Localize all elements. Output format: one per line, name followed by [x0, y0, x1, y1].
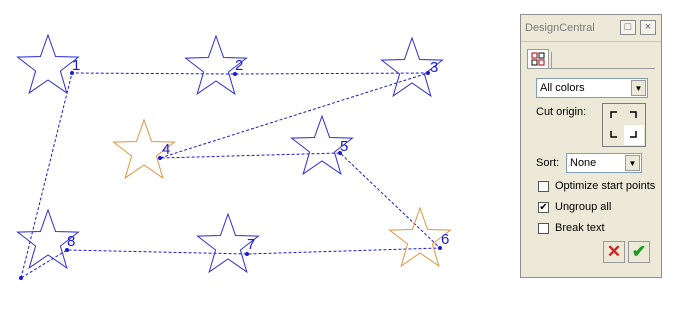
- cut-order-label: 1: [72, 57, 80, 74]
- ok-button[interactable]: ✔: [628, 241, 650, 263]
- close-icon: ×: [644, 21, 652, 33]
- cut-origin-selector[interactable]: [602, 103, 646, 147]
- tab-divider: [527, 68, 655, 69]
- break-text-label: Break text: [555, 222, 605, 234]
- corner-top-left-icon: [610, 111, 617, 118]
- cut-order-label: 2: [235, 57, 243, 74]
- optimize-start-points-label: Optimize start points: [555, 180, 656, 192]
- break-text-checkbox[interactable]: [538, 223, 549, 234]
- design-central-panel: DesignCentral □ × All colors ▼ Cut origi…: [520, 14, 662, 278]
- ungroup-all-label: Ungroup all: [555, 201, 612, 213]
- chevron-down-icon[interactable]: ▼: [631, 80, 646, 96]
- restore-icon: □: [624, 21, 632, 33]
- cut-order-label: 5: [340, 138, 348, 155]
- origin-top-left[interactable]: [603, 104, 623, 124]
- sort-select[interactable]: None ▼: [566, 153, 642, 173]
- star-shape-1[interactable]: 1: [16, 33, 81, 95]
- cut-order-label: 6: [441, 231, 449, 248]
- color-filter-value: All colors: [540, 82, 585, 94]
- origin-bottom-left[interactable]: [603, 125, 623, 145]
- color-filter-select[interactable]: All colors ▼: [536, 78, 648, 98]
- cut-order-label: 7: [247, 236, 255, 253]
- cut-order-label: 8: [67, 233, 75, 250]
- ok-check-icon: ✔: [631, 242, 647, 261]
- star-shape-4[interactable]: 4: [112, 118, 176, 180]
- restore-button[interactable]: □: [620, 20, 636, 35]
- star-outline: [16, 33, 80, 95]
- tab-cut-order[interactable]: [527, 49, 549, 69]
- cut-path: [19, 72, 442, 280]
- star-shape-8[interactable]: 8: [16, 208, 80, 270]
- panel-titlebar[interactable]: DesignCentral □ ×: [521, 15, 661, 42]
- design-canvas[interactable]: 1 2 3 4 5 6 7 8: [0, 0, 515, 314]
- corner-bottom-right-icon: [630, 131, 637, 138]
- cut-path-line: [20, 72, 442, 279]
- star-shape-3[interactable]: 3: [380, 36, 444, 98]
- cut-order-label: 3: [430, 59, 438, 76]
- star-shape-5[interactable]: 5: [290, 114, 354, 176]
- ungroup-all-checkbox[interactable]: ✔: [538, 202, 549, 213]
- sort-label: Sort:: [536, 157, 560, 169]
- origin-top-right[interactable]: [624, 104, 644, 124]
- cut-order-icon: [531, 52, 545, 66]
- close-button[interactable]: ×: [640, 20, 656, 35]
- cut-order-label: 4: [162, 141, 170, 158]
- origin-bottom-right[interactable]: [624, 125, 644, 145]
- optimize-start-points-checkbox[interactable]: [538, 181, 549, 192]
- cut-path-origin: [19, 276, 23, 280]
- sort-value: None: [570, 157, 597, 169]
- star-shape-6[interactable]: 6: [388, 206, 452, 268]
- cancel-icon: ✕: [606, 242, 622, 261]
- chevron-down-icon[interactable]: ▼: [625, 155, 640, 171]
- star-shape-7[interactable]: 7: [196, 212, 260, 274]
- panel-title: DesignCentral: [525, 22, 595, 34]
- star-shape-2[interactable]: 2: [184, 34, 248, 96]
- corner-top-right-icon: [630, 111, 637, 118]
- cut-origin-label: Cut origin:: [536, 106, 587, 118]
- cancel-button[interactable]: ✕: [603, 241, 625, 263]
- tab-separator: [551, 52, 552, 68]
- corner-bottom-left-icon: [610, 131, 617, 138]
